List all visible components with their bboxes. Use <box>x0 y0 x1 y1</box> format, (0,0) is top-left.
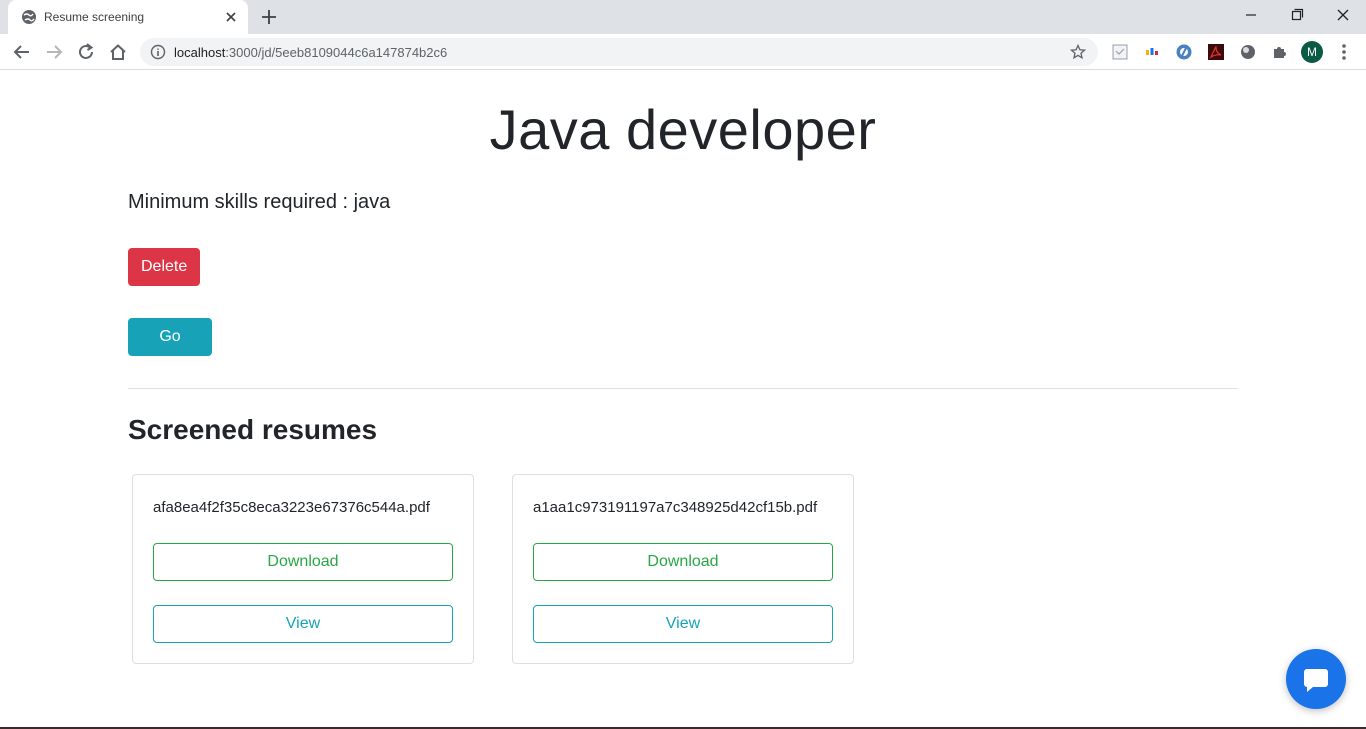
profile-avatar[interactable]: M <box>1301 41 1323 63</box>
download-button[interactable]: Download <box>153 543 453 581</box>
resume-card: a1aa1c973191197a7c348925d42cf15b.pdf Dow… <box>512 474 854 664</box>
extension-doc-icon[interactable] <box>1111 43 1129 61</box>
url-path: :3000/jd/5eeb8109044c6a147874b2c6 <box>225 45 448 60</box>
tab-title: Resume screening <box>44 10 145 24</box>
section-heading: Screened resumes <box>128 414 378 445</box>
extension-bars-icon[interactable] <box>1143 43 1161 61</box>
resume-filename: afa8ea4f2f35c8eca3223e67376c544a.pdf <box>153 499 430 516</box>
close-window-icon[interactable] <box>1331 4 1355 26</box>
url-host: localhost <box>174 45 226 60</box>
browser-toolbar: localhost:3000/jd/5eeb8109044c6a147874b2… <box>0 34 1366 70</box>
chat-button[interactable] <box>1286 649 1346 709</box>
restore-icon[interactable] <box>1285 4 1309 26</box>
back-arrow-icon[interactable] <box>11 41 33 63</box>
address-bar[interactable]: localhost:3000/jd/5eeb8109044c6a147874b2… <box>140 38 1098 66</box>
tab-strip: Resume screening <box>0 0 1366 34</box>
url-text: localhost:3000/jd/5eeb8109044c6a147874b2… <box>174 45 447 60</box>
resume-filename: a1aa1c973191197a7c348925d42cf15b.pdf <box>533 499 818 516</box>
go-back-button[interactable]: Go back <box>128 318 212 381</box>
star-icon[interactable] <box>1070 44 1086 60</box>
page-content: Java developer Minimum skills required :… <box>0 71 1366 729</box>
new-tab-icon[interactable] <box>259 7 279 27</box>
minimize-icon[interactable] <box>1239 4 1263 26</box>
info-icon[interactable] <box>150 44 166 60</box>
home-icon[interactable] <box>107 41 129 63</box>
view-button[interactable]: View <box>533 605 833 643</box>
resume-card: afa8ea4f2f35c8eca3223e67376c544a.pdf Dow… <box>132 474 474 664</box>
globe-icon <box>22 10 36 24</box>
close-tab-icon[interactable] <box>223 9 239 25</box>
puzzle-icon[interactable] <box>1271 43 1289 61</box>
chat-bubble-icon <box>1304 669 1328 692</box>
browser-tab[interactable]: Resume screening <box>8 0 248 34</box>
reload-icon[interactable] <box>75 41 97 63</box>
extension-sphere-icon[interactable] <box>1239 43 1257 61</box>
menu-dots-icon[interactable] <box>1336 42 1352 62</box>
job-title: Java developer <box>489 98 877 161</box>
divider <box>128 388 1238 389</box>
delete-button[interactable]: Delete <box>128 248 200 286</box>
acrobat-icon[interactable] <box>1207 43 1225 61</box>
skills-required: Minimum skills required : java <box>128 191 391 213</box>
view-button[interactable]: View <box>153 605 453 643</box>
extension-circle-icon[interactable] <box>1175 43 1193 61</box>
download-button[interactable]: Download <box>533 543 833 581</box>
forward-arrow-icon[interactable] <box>43 41 65 63</box>
